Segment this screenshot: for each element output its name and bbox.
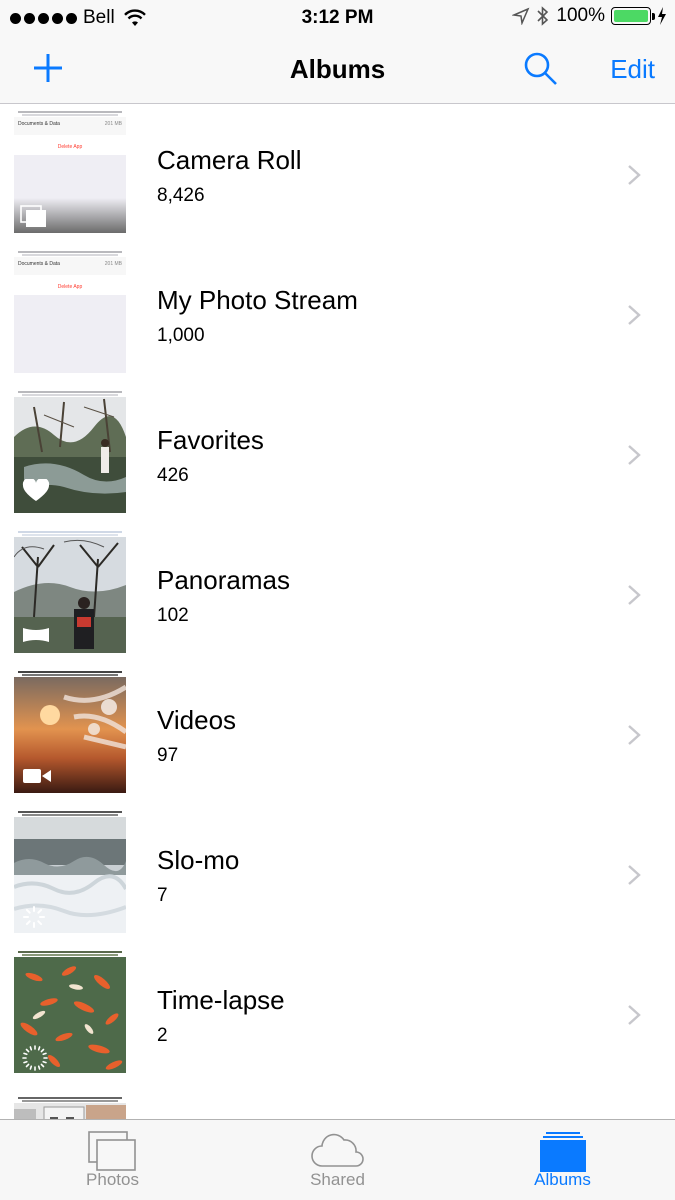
heart-icon — [22, 479, 50, 501]
album-thumbnail: Documents & Data 201 MB Delete App — [14, 111, 126, 233]
video-camera-icon — [23, 769, 51, 783]
page-title: Albums — [289, 54, 386, 84]
thumb-delete-label: Delete App — [57, 284, 83, 290]
album-title: Videos — [157, 705, 237, 735]
album-row-partial[interactable] — [0, 1085, 675, 1119]
album-row-favorites[interactable]: Favorites 426 — [0, 385, 675, 525]
tab-label: Shared — [310, 1170, 365, 1189]
album-count: 2 — [157, 1025, 168, 1046]
battery-icon — [611, 7, 655, 25]
chevron-right-icon — [628, 725, 641, 745]
album-row-videos[interactable]: Videos 97 — [0, 665, 675, 805]
chevron-right-icon — [628, 305, 641, 325]
chevron-right-icon — [628, 1005, 641, 1025]
album-title: Time-lapse — [157, 985, 285, 1015]
album-row-panoramas[interactable]: Panoramas 102 — [0, 525, 675, 665]
tab-albums[interactable]: Albums — [450, 1120, 675, 1200]
album-thumbnail — [14, 531, 126, 653]
location-arrow-icon — [512, 7, 530, 25]
album-thumbnail — [14, 391, 126, 513]
bluetooth-icon — [537, 6, 549, 26]
album-thumbnail — [14, 671, 126, 793]
thumb-documents-label: Documents & Data — [18, 121, 60, 127]
album-title: My Photo Stream — [157, 285, 358, 315]
tab-photos[interactable]: Photos — [0, 1120, 225, 1200]
album-row-camera-roll[interactable]: Documents & Data 201 MB Delete App Camer… — [0, 105, 675, 245]
thumb-size-label: 201 MB — [104, 121, 122, 127]
slomo-icon — [23, 906, 45, 928]
thumb-delete-label: Delete App — [57, 144, 83, 150]
charging-bolt-icon — [658, 7, 666, 25]
tab-shared[interactable]: Shared — [225, 1120, 450, 1200]
albums-tab-icon — [539, 1132, 586, 1172]
search-icon[interactable] — [522, 50, 560, 88]
chevron-right-icon — [628, 865, 641, 885]
edit-button[interactable]: Edit — [610, 54, 655, 85]
battery-percent: 100% — [556, 5, 605, 26]
timelapse-icon — [22, 1045, 48, 1071]
tab-bar: Photos Shared Albums — [0, 1119, 675, 1200]
album-thumbnail — [14, 1091, 126, 1119]
album-row-my-photo-stream[interactable]: Documents & Data 201 MB Delete App My Ph… — [0, 245, 675, 385]
chevron-right-icon — [628, 445, 641, 465]
album-row-slo-mo[interactable]: Slo-mo 7 — [0, 805, 675, 945]
album-thumbnail — [14, 951, 126, 1073]
album-title: Favorites — [157, 425, 264, 455]
album-list: Documents & Data 201 MB Delete App Camer… — [0, 105, 675, 1119]
thumb-size-label: 201 MB — [104, 261, 122, 267]
camera-roll-badge-icon — [20, 205, 46, 227]
status-right: 100% — [512, 5, 667, 27]
thumb-documents-label: Documents & Data — [18, 261, 60, 267]
album-count: 7 — [157, 885, 168, 906]
album-thumbnail — [14, 811, 126, 933]
cloud-icon — [310, 1133, 364, 1167]
album-count: 8,426 — [157, 185, 205, 206]
tab-label: Photos — [86, 1170, 139, 1189]
album-title: Camera Roll — [157, 145, 302, 175]
album-count: 426 — [157, 465, 189, 486]
album-count: 102 — [157, 605, 189, 626]
album-title: Slo-mo — [157, 845, 240, 875]
album-row-time-lapse[interactable]: Time-lapse 2 — [0, 945, 675, 1085]
album-count: 1,000 — [157, 325, 205, 346]
album-thumbnail: Documents & Data 201 MB Delete App — [14, 251, 126, 373]
tab-label: Albums — [534, 1170, 591, 1189]
navigation-bar: Albums Edit — [0, 36, 675, 104]
chevron-right-icon — [628, 165, 641, 185]
album-title: Panoramas — [157, 565, 290, 595]
photos-tab-icon — [87, 1131, 136, 1171]
status-bar: Bell 3:12 PM 100% — [0, 0, 675, 36]
panorama-icon — [23, 628, 49, 642]
chevron-right-icon — [628, 585, 641, 605]
album-count: 97 — [157, 745, 179, 766]
